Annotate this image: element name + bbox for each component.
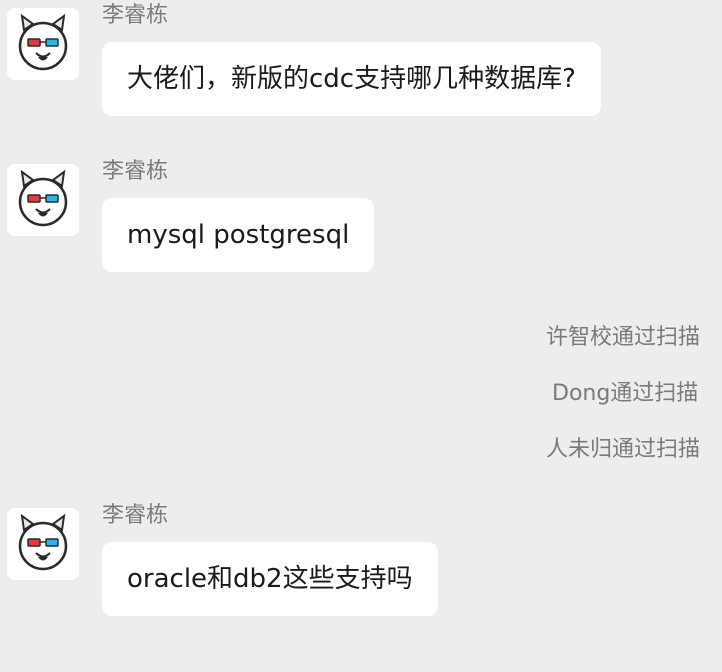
cartoon-avatar-icon [18, 13, 68, 71]
sender-name: 李睿栋 [102, 159, 169, 184]
avatar[interactable] [7, 508, 79, 580]
system-notice: Dong通过扫描 [552, 381, 699, 406]
message-bubble[interactable]: oracle和db2这些支持吗 [102, 542, 438, 616]
chat-message: 李睿栋 大佬们，新版的cdc支持哪几种数据库? [0, 3, 722, 118]
chat-message: 李睿栋 mysql postgresql [0, 159, 722, 274]
system-notice: 人未归通过扫描 [546, 437, 701, 462]
cartoon-avatar-icon [18, 169, 68, 227]
avatar[interactable] [7, 8, 79, 80]
sender-name: 李睿栋 [102, 3, 169, 28]
system-notice: 许智校通过扫描 [546, 325, 701, 350]
chat-message: 李睿栋 oracle和db2这些支持吗 [0, 503, 722, 618]
sender-name: 李睿栋 [102, 503, 169, 528]
message-bubble[interactable]: 大佬们，新版的cdc支持哪几种数据库? [102, 42, 601, 116]
avatar[interactable] [7, 164, 79, 236]
message-bubble[interactable]: mysql postgresql [102, 198, 375, 272]
cartoon-avatar-icon [18, 513, 68, 571]
